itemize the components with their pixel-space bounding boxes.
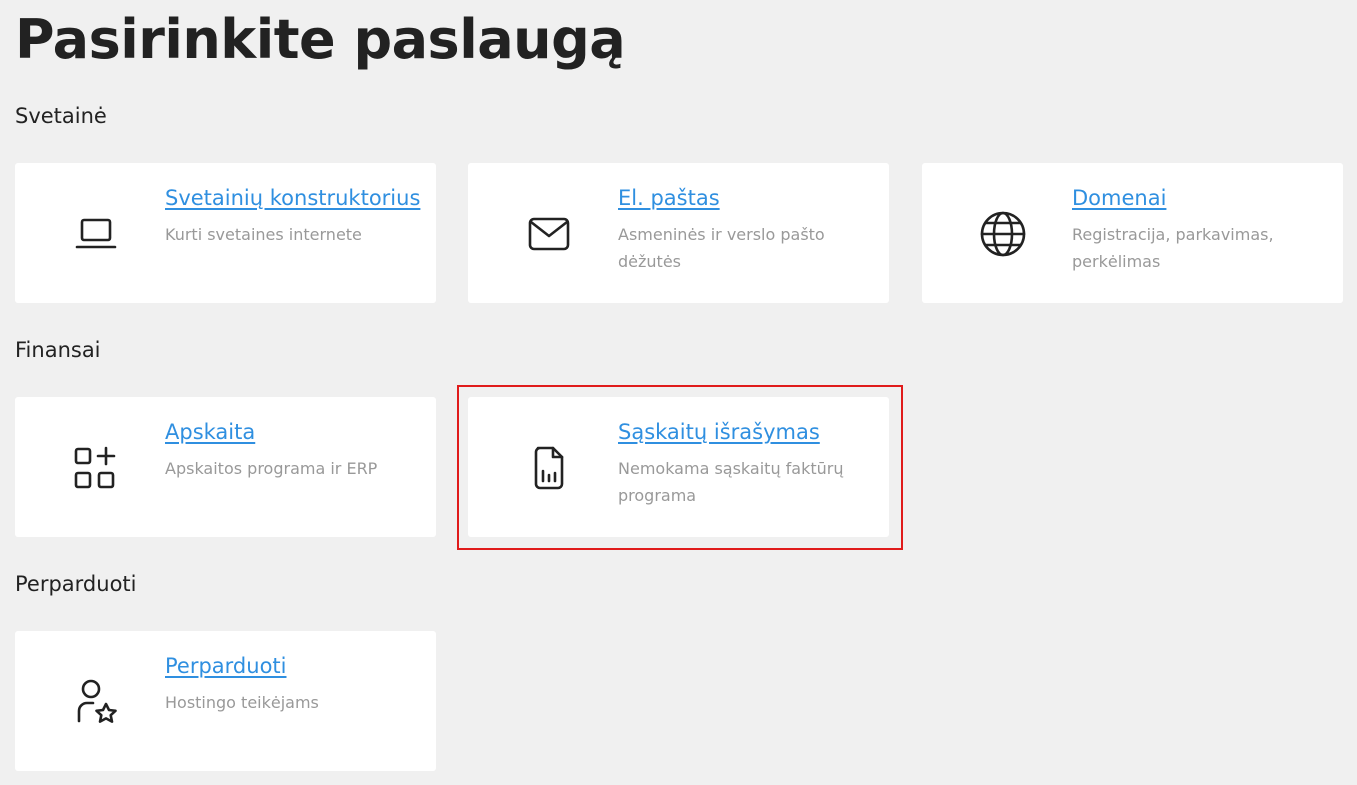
laptop-icon — [71, 209, 121, 259]
invoice-chart-icon — [524, 443, 574, 493]
card-title[interactable]: Perparduoti — [165, 651, 287, 681]
card-domenai[interactable]: Domenai Registracija, parkavimas, perkėl… — [922, 163, 1343, 303]
section-title-finansai: Finansai — [15, 338, 101, 362]
card-description: Apskaitos programa ir ERP — [165, 459, 378, 478]
card-title[interactable]: Domenai — [1072, 183, 1166, 213]
apps-add-icon — [71, 443, 121, 493]
card-apskaita[interactable]: Apskaita Apskaitos programa ir ERP — [15, 397, 436, 537]
card-svetainiu-konstruktorius[interactable]: Svetainių konstruktorius Kurti svetaines… — [15, 163, 436, 303]
page-title: Pasirinkite paslaugą — [15, 8, 626, 71]
card-description: Registracija, parkavimas, perkėlimas — [1072, 225, 1274, 271]
card-description: Nemokama sąskaitų faktūrų programa — [618, 459, 844, 505]
globe-icon — [978, 209, 1028, 259]
envelope-icon — [524, 209, 574, 259]
card-saskaitu-israsymas[interactable]: Sąskaitų išrašymas Nemokama sąskaitų fak… — [468, 397, 889, 537]
card-title[interactable]: Apskaita — [165, 417, 255, 447]
card-perparduoti[interactable]: Perparduoti Hostingo teikėjams — [15, 631, 436, 771]
card-el-pastas[interactable]: El. paštas Asmeninės ir verslo pašto dėž… — [468, 163, 889, 303]
section-title-svetaine: Svetainė — [15, 104, 107, 128]
card-title[interactable]: El. paštas — [618, 183, 720, 213]
section-title-perparduoti: Perparduoti — [15, 572, 137, 596]
card-description: Kurti svetaines internete — [165, 225, 362, 244]
card-description: Hostingo teikėjams — [165, 693, 319, 712]
card-title[interactable]: Sąskaitų išrašymas — [618, 417, 820, 447]
user-star-icon — [71, 677, 121, 727]
card-title[interactable]: Svetainių konstruktorius — [165, 183, 420, 213]
service-selection-page: Pasirinkite paslaugą Svetainė Svetainių … — [0, 0, 1357, 785]
card-description: Asmeninės ir verslo pašto dėžutės — [618, 225, 825, 271]
